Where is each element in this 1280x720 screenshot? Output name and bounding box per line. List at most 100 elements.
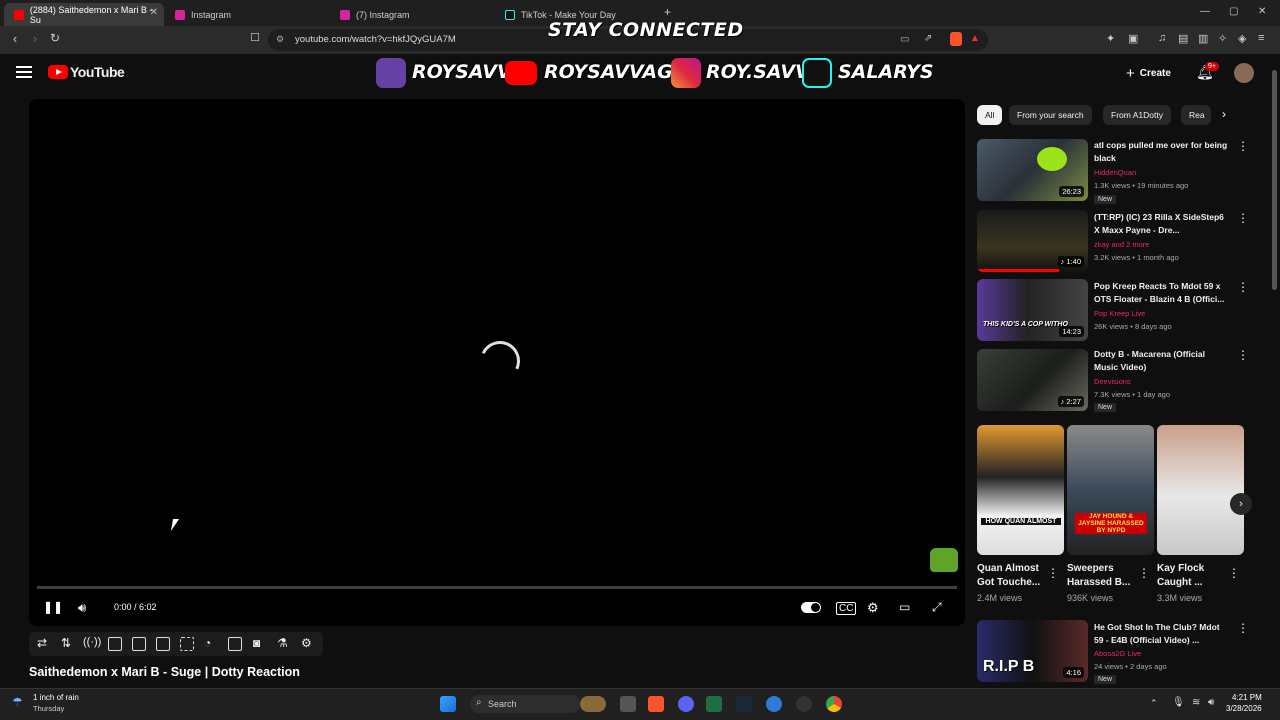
wallet-icon[interactable]: ▥ <box>1198 32 1208 45</box>
start-button-icon[interactable] <box>440 696 456 712</box>
thumbnail[interactable]: R.I.P B 4:16 <box>977 620 1088 682</box>
task-view-icon[interactable] <box>620 696 636 712</box>
more-options-icon[interactable]: ⋮ <box>1138 566 1150 580</box>
tab-youtube[interactable]: (2884) Saithedemon x Mari B - Su ✕ <box>4 3 164 26</box>
video-title-link[interactable]: atl cops pulled me over for being black <box>1094 139 1230 165</box>
screenshot-icon[interactable]: ▣ <box>1128 32 1138 45</box>
extension-settings-icon[interactable]: ⚙ <box>301 636 312 650</box>
crop-icon[interactable] <box>180 637 194 651</box>
video-title-link[interactable]: Dotty B - Macarena (Official Music Video… <box>1094 348 1230 374</box>
short-title[interactable]: Quan Almost Got Touche... <box>977 562 1049 590</box>
thumbnail[interactable]: ♪ 2:27 <box>977 349 1088 411</box>
discord-icon[interactable] <box>678 696 694 712</box>
short-thumbnail[interactable] <box>1157 425 1244 555</box>
tab-instagram-7[interactable]: (7) Instagram <box>330 3 495 26</box>
more-options-icon[interactable]: ⋮ <box>1237 139 1249 153</box>
site-info-icon[interactable]: ⚙ <box>276 34 284 45</box>
chip-from-a1dotty[interactable]: From A1Dotty <box>1103 105 1171 125</box>
screen-record-icon[interactable] <box>108 637 122 651</box>
tab-instagram[interactable]: Instagram <box>165 3 330 26</box>
pip-icon[interactable] <box>156 637 170 651</box>
chip-related[interactable]: Rea <box>1181 105 1211 125</box>
excel-icon[interactable] <box>706 696 722 712</box>
more-options-icon[interactable]: ⋮ <box>1237 348 1249 362</box>
theater-mode-icon[interactable]: ▭ <box>899 600 910 614</box>
video-title-link[interactable]: Pop Kreep Reacts To Mdot 59 x OTS Floate… <box>1094 280 1230 306</box>
more-options-icon[interactable]: ⋮ <box>1047 566 1059 580</box>
chip-from-your-search[interactable]: From your search <box>1009 105 1092 125</box>
app-icon[interactable] <box>766 696 782 712</box>
extensions-icon[interactable]: ✦ <box>1106 32 1115 45</box>
volume-icon[interactable]: 🔊︎ <box>78 600 86 616</box>
channel-name[interactable]: HiddenQuan <box>1094 168 1136 177</box>
steam-icon[interactable] <box>736 696 752 712</box>
share-icon[interactable]: ⇗ <box>924 33 932 44</box>
taskbar-date[interactable]: 3/28/2026 <box>1226 704 1262 713</box>
settings-gear-icon[interactable]: ⚙ <box>867 600 879 616</box>
thumbnail[interactable]: ♪ 1:40 <box>977 210 1088 272</box>
speaker-icon[interactable]: 🔊︎ <box>1208 697 1214 708</box>
audio-icon[interactable]: ((·)) <box>83 636 101 648</box>
short-title[interactable]: Sweepers Harassed B... <box>1067 562 1139 590</box>
channel-name[interactable]: Deevisions <box>1094 377 1131 386</box>
short-title[interactable]: Kay Flock Caught ... <box>1157 562 1229 590</box>
pause-icon[interactable]: ❚❚ <box>43 600 63 614</box>
avatar[interactable] <box>1234 63 1254 83</box>
chrome-icon[interactable] <box>826 696 842 712</box>
microphone-icon[interactable]: 🎙︎ <box>1172 697 1185 708</box>
flask-icon[interactable]: ⚗ <box>277 636 288 650</box>
new-tab-button[interactable]: + <box>664 5 671 19</box>
bookmark-icon[interactable]: ☐ <box>246 31 264 44</box>
sidebar-icon[interactable]: ▤ <box>1178 32 1188 45</box>
film-icon[interactable] <box>132 637 146 651</box>
camera-icon[interactable]: ◙ <box>253 636 260 650</box>
taskbar-search[interactable]: Search <box>470 695 580 713</box>
obs-icon[interactable] <box>796 696 812 712</box>
more-options-icon[interactable]: ⋮ <box>1228 566 1240 580</box>
widget-image-icon[interactable] <box>580 696 606 712</box>
wifi-icon[interactable]: ≋ <box>1192 697 1200 708</box>
brave-browser-icon[interactable] <box>648 696 664 712</box>
minimize-button[interactable]: — <box>1200 6 1210 17</box>
maximize-button[interactable]: ▢ <box>1229 6 1238 17</box>
channel-name[interactable]: zkay and 2 more <box>1094 240 1149 249</box>
shorts-next-icon[interactable]: › <box>1230 493 1252 515</box>
fullscreen-icon[interactable]: ⤢ <box>932 600 942 615</box>
create-button[interactable]: + Create <box>1126 63 1171 83</box>
taskbar-time[interactable]: 4:21 PM <box>1232 693 1262 702</box>
chips-next-icon[interactable]: › <box>1222 107 1226 121</box>
short-thumbnail[interactable]: JAY HOUND & JAYSINE HARASSED BY NYPD <box>1067 425 1154 555</box>
progress-bar[interactable] <box>37 586 957 589</box>
more-options-icon[interactable]: ⋮ <box>1237 211 1249 225</box>
brave-shield-icon[interactable] <box>950 32 962 46</box>
back-icon[interactable]: ‹ <box>6 31 24 46</box>
short-thumbnail[interactable]: HOW QUAN ALMOST <box>977 425 1064 555</box>
vpn-icon[interactable]: ◈ <box>1238 32 1246 45</box>
weather-text[interactable]: 1 inch of rain <box>33 693 79 702</box>
youtube-logo-text[interactable]: YouTube <box>70 64 125 80</box>
cast-icon[interactable]: ▭ <box>900 34 909 45</box>
autoplay-toggle[interactable] <box>801 602 821 613</box>
forward-icon[interactable]: › <box>26 31 44 46</box>
sort-icon[interactable]: ⇅ <box>61 636 71 650</box>
video-title-link[interactable]: (TT:RP) (IC) 23 Rilla X SideStep6 X Maxx… <box>1094 211 1230 237</box>
thumbnail[interactable]: 26:23 <box>977 139 1088 201</box>
weather-rain-icon[interactable]: ☂ <box>12 695 23 709</box>
media-icon[interactable]: ♫ <box>1158 32 1166 44</box>
hamburger-menu-icon[interactable] <box>16 66 32 78</box>
chip-all[interactable]: All <box>977 105 1003 125</box>
youtube-logo-icon[interactable] <box>48 65 68 79</box>
thumbnail[interactable]: THIS KID'S A COP WITHO 14:23 <box>977 279 1088 341</box>
menu-icon[interactable]: ≡ <box>1258 32 1264 44</box>
loop-icon[interactable]: ⇄ <box>37 636 47 650</box>
close-tab-icon[interactable]: ✕ <box>150 7 158 18</box>
more-options-icon[interactable]: ⋮ <box>1237 621 1249 635</box>
more-options-icon[interactable]: ⋮ <box>1237 280 1249 294</box>
page-scrollbar[interactable] <box>1272 70 1277 290</box>
video-title-link[interactable]: He Got Shot In The Club? Mdot 59 - E4B (… <box>1094 621 1230 647</box>
channel-name[interactable]: Pop Kreep Live <box>1094 309 1145 318</box>
captions-icon[interactable]: CC <box>836 602 857 615</box>
leo-ai-icon[interactable]: ✧ <box>1218 32 1227 45</box>
close-window-button[interactable]: ✕ <box>1258 6 1266 17</box>
brave-rewards-icon[interactable]: ▲ <box>970 33 980 44</box>
